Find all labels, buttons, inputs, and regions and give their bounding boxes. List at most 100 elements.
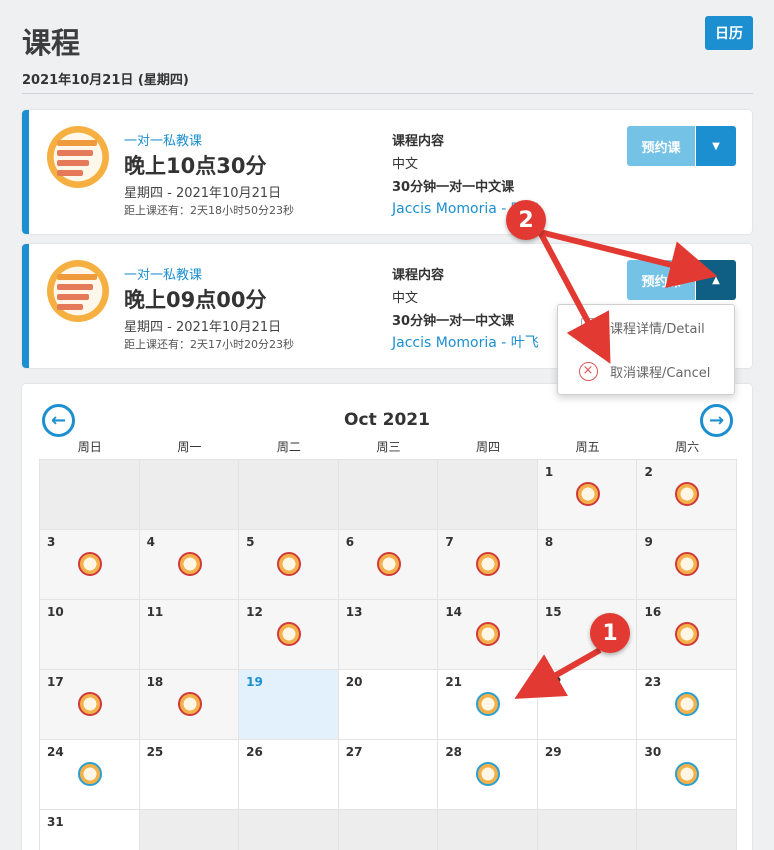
lesson-marker-icon[interactable]: [78, 762, 102, 786]
lesson-type: 一对一私教课: [124, 134, 203, 149]
day-number: 22: [544, 675, 562, 689]
calendar-view-button[interactable]: 日历: [705, 16, 753, 50]
lesson-marker-icon[interactable]: [476, 692, 501, 716]
calendar-day-cell[interactable]: 28: [438, 740, 538, 810]
calendar-day-cell[interactable]: 3: [40, 530, 140, 600]
calendar-panel: ← Oct 2021 → 周日 周一 周二 周三 周四 周五 周六 1 2 3 4 5 6 7 8 9 10 1…: [22, 384, 752, 850]
calendar-day-cell[interactable]: 8: [537, 530, 638, 600]
weekday-header: 周日 周一 周二 周三 周四 周五 周六: [40, 438, 737, 458]
calendar-day-cell[interactable]: 18: [139, 670, 240, 740]
lesson-dropdown-toggle[interactable]: ▼: [696, 126, 736, 166]
caret-up-icon: ▲: [712, 274, 720, 286]
calendar-day-cell[interactable]: 10: [40, 600, 140, 670]
calendar-day-cell[interactable]: 9: [637, 530, 738, 600]
day-number: 6: [345, 535, 355, 549]
lesson-countdown: 距上课还有：2天18小时50分23秒: [124, 204, 294, 217]
cancel-lesson-menu-item[interactable]: × 取消课程/Cancel: [558, 351, 736, 391]
lesson-marker-icon[interactable]: [476, 762, 501, 786]
lesson-detail-menu-item[interactable]: 课程详情/Detail: [558, 307, 736, 347]
calendar-empty-cell: [537, 810, 638, 850]
next-month-button[interactable]: →: [700, 404, 733, 437]
day-number: 11: [146, 605, 164, 619]
calendar-week-row: 12: [40, 460, 738, 530]
day-number: 7: [445, 535, 454, 549]
calendar-day-cell[interactable]: 31: [40, 810, 140, 850]
calendar-day-cell[interactable]: 11: [139, 600, 240, 670]
day-number: 30: [644, 745, 662, 759]
annotation-callout-2: 2: [506, 200, 546, 240]
book-lesson-button[interactable]: 预约课: [627, 260, 695, 300]
day-number: 21: [445, 675, 463, 689]
lesson-time: 晚上10点30分: [124, 154, 267, 178]
lesson-thumbnail: [47, 260, 109, 322]
calendar-day-cell[interactable]: 13: [338, 600, 439, 670]
lesson-marker-icon[interactable]: [675, 762, 700, 786]
calendar-day-cell[interactable]: 25: [139, 740, 240, 810]
weekday-label: 周三: [376, 440, 401, 454]
book-lesson-button[interactable]: 预约课: [627, 126, 695, 166]
calendar-day-cell[interactable]: 12: [239, 600, 339, 670]
lesson-countdown: 距上课还有：2天17小时20分23秒: [124, 338, 294, 351]
day-number: 5: [246, 535, 255, 549]
calendar-empty-cell: [438, 810, 538, 850]
calendar-day-cell[interactable]: 23: [637, 670, 738, 740]
calendar-day-cell[interactable]: 4: [139, 530, 240, 600]
lesson-marker-icon[interactable]: [476, 622, 501, 646]
calendar-day-cell[interactable]: 16: [637, 600, 738, 670]
lesson-marker-icon[interactable]: [476, 552, 501, 576]
content-language: 中文: [392, 157, 419, 172]
lesson-marker-icon[interactable]: [376, 552, 401, 576]
weekday-label: 周六: [675, 440, 700, 454]
day-number: 28: [445, 745, 463, 759]
calendar-day-cell[interactable]: 22: [537, 670, 638, 740]
weekday-label: 周五: [575, 440, 600, 454]
calendar-day-cell[interactable]: 21: [438, 670, 538, 740]
lesson-marker-icon[interactable]: [675, 692, 700, 716]
calendar-day-cell[interactable]: 5: [239, 530, 339, 600]
lesson-marker-icon[interactable]: [675, 482, 700, 506]
day-number: 26: [246, 745, 263, 759]
annotation-callout-1: 1: [590, 613, 630, 653]
day-number: 20: [345, 675, 363, 689]
lesson-marker-icon[interactable]: [277, 622, 302, 646]
calendar-day-cell[interactable]: 2: [637, 460, 738, 530]
lesson-marker-icon[interactable]: [675, 622, 700, 646]
calendar-day-cell[interactable]: 14: [438, 600, 538, 670]
calendar-day-cell[interactable]: 6: [338, 530, 439, 600]
calendar-empty-cell: [139, 460, 240, 530]
content-course: 30分钟一对一中文课: [392, 314, 515, 329]
calendar-day-cell[interactable]: 20: [338, 670, 439, 740]
lesson-date: 星期四 - 2021年10月21日: [124, 320, 282, 335]
menu-item-label: 取消课程/Cancel: [610, 365, 711, 381]
calendar-empty-cell: [239, 460, 339, 530]
cancel-circle-icon: ×: [578, 361, 598, 381]
calendar-day-cell[interactable]: 29: [537, 740, 638, 810]
caret-down-icon: ▼: [712, 140, 720, 152]
lesson-marker-icon[interactable]: [575, 482, 600, 506]
lesson-time: 晚上09点00分: [124, 288, 267, 312]
lesson-marker-icon[interactable]: [277, 552, 302, 576]
lesson-marker-icon[interactable]: [78, 692, 102, 716]
date-heading: 2021年10月21日 (星期四): [22, 73, 189, 88]
calendar-day-cell[interactable]: 24: [40, 740, 140, 810]
calendar-day-cell[interactable]: 17: [40, 670, 140, 740]
lesson-thumbnail: [47, 126, 109, 188]
teacher-link[interactable]: Jaccis Momoria - 叶飞: [392, 332, 539, 352]
lesson-marker-icon[interactable]: [177, 692, 202, 716]
month-title: Oct 2021: [344, 410, 430, 430]
calendar-day-cell[interactable]: 26: [239, 740, 339, 810]
calendar-week-row: 3 4 5 6 7 8 9: [40, 530, 738, 600]
calendar-day-cell[interactable]: 19: [239, 670, 339, 740]
calendar-day-cell[interactable]: 27: [338, 740, 439, 810]
day-number: 17: [47, 675, 64, 689]
lesson-marker-icon[interactable]: [78, 552, 102, 576]
lesson-marker-icon[interactable]: [675, 552, 700, 576]
calendar-day-cell[interactable]: 7: [438, 530, 538, 600]
calendar-day-cell[interactable]: 30: [637, 740, 738, 810]
day-number: 23: [644, 675, 662, 689]
lesson-dropdown-toggle[interactable]: ▲: [696, 260, 736, 300]
lesson-date: 星期四 - 2021年10月21日: [124, 186, 282, 201]
calendar-day-cell[interactable]: 1: [537, 460, 638, 530]
lesson-marker-icon[interactable]: [177, 552, 202, 576]
lesson-card: 一对一私教课 晚上10点30分 星期四 - 2021年10月21日 距上课还有：…: [22, 110, 752, 234]
